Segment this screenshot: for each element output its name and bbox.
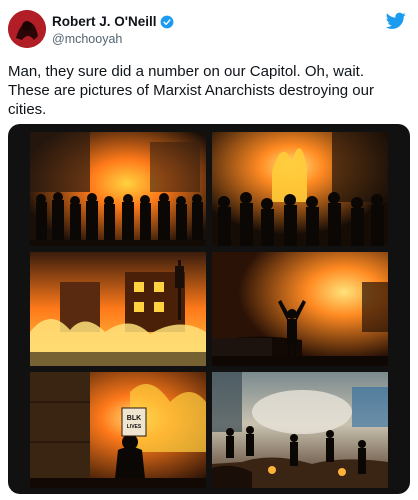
protest-sign-text: BLK bbox=[127, 415, 141, 422]
verified-badge-icon bbox=[160, 15, 174, 29]
twitter-bird-icon[interactable] bbox=[386, 12, 406, 30]
avatar-icon bbox=[8, 10, 46, 48]
photo-street-smoke-crowd[interactable] bbox=[212, 372, 388, 488]
photo-riot-police-line[interactable] bbox=[30, 132, 206, 246]
svg-text:LIVES: LIVES bbox=[127, 424, 142, 430]
author-name-row: Robert J. O'Neill bbox=[52, 14, 174, 29]
tweet-text: Man, they sure did a number on our Capit… bbox=[8, 63, 374, 118]
photo-burning-building[interactable] bbox=[30, 252, 206, 366]
author-display-name[interactable]: Robert J. O'Neill bbox=[52, 14, 156, 29]
photo-protester-sign[interactable]: BLK LIVES bbox=[30, 372, 206, 488]
media-grid: BLK LIVES bbox=[8, 124, 410, 494]
author-handle[interactable]: @mchooyah bbox=[52, 32, 122, 46]
avatar[interactable] bbox=[8, 10, 46, 48]
photo-silhouette-raised-arms[interactable] bbox=[212, 252, 388, 366]
photo-crowd-before-fire[interactable] bbox=[212, 132, 388, 246]
tweet-card: Robert J. O'Neill @mchooyah Man, they su… bbox=[0, 0, 418, 500]
